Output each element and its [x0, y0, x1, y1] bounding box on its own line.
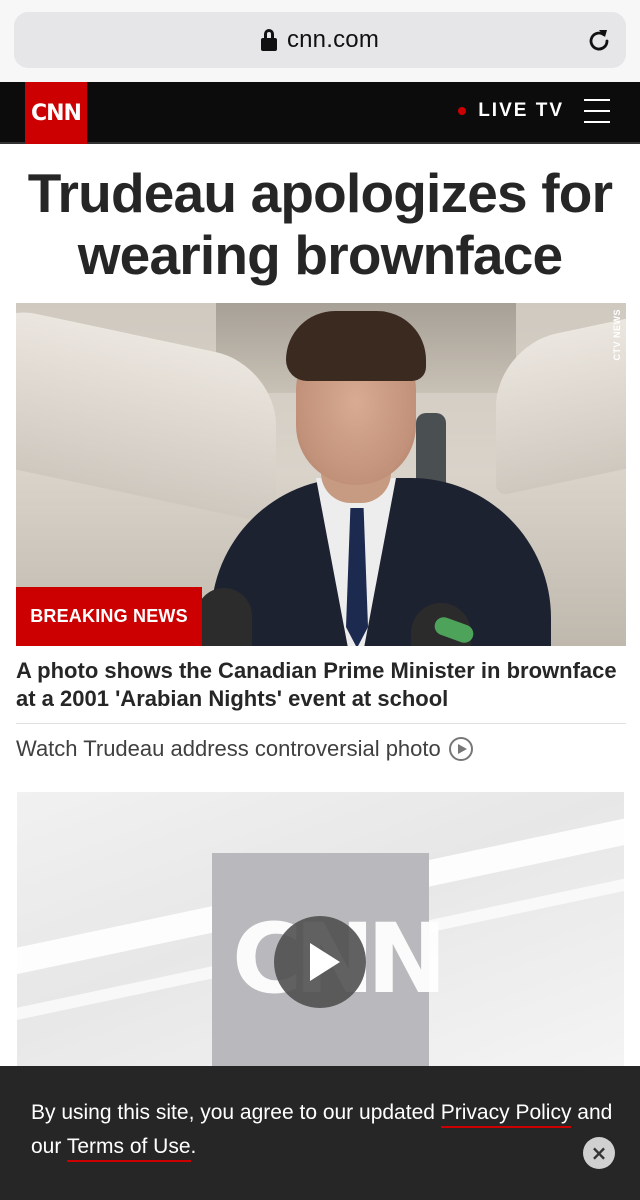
- cookie-text-part: By using this site, you agree to our upd…: [31, 1101, 441, 1124]
- divider: [16, 723, 626, 724]
- reload-icon[interactable]: [584, 25, 614, 55]
- live-tv-label: LIVE TV: [478, 100, 564, 121]
- close-glyph: ×: [590, 1141, 608, 1165]
- site-header: CNN LIVE TV: [0, 82, 640, 144]
- article-headline[interactable]: Trudeau apologizes for wearing brownface: [0, 162, 640, 286]
- watch-video-link[interactable]: Watch Trudeau address controversial phot…: [16, 736, 473, 762]
- microphone-icon: [196, 588, 252, 646]
- live-dot-icon: [458, 107, 467, 115]
- cnn-logo-text: CNN: [31, 100, 82, 126]
- cookie-text: By using this site, you agree to our upd…: [31, 1096, 621, 1164]
- cookie-banner: By using this site, you agree to our upd…: [0, 1066, 640, 1200]
- url-field[interactable]: cnn.com: [14, 12, 626, 68]
- browser-address-bar: cnn.com: [0, 0, 640, 82]
- url-display: cnn.com: [14, 12, 626, 68]
- breaking-news-label: BREAKING NEWS: [30, 606, 188, 626]
- image-credit: CTV NEWS: [612, 309, 622, 361]
- hamburger-menu-icon[interactable]: [584, 99, 610, 125]
- play-circle-icon: [448, 737, 473, 761]
- privacy-policy-link[interactable]: Privacy Policy: [440, 1101, 572, 1128]
- play-icon[interactable]: [274, 916, 366, 1008]
- live-tv-link[interactable]: LIVE TV: [458, 100, 564, 122]
- video-player[interactable]: CNN: [17, 792, 624, 1067]
- terms-of-use-link[interactable]: Terms of Use: [66, 1135, 191, 1162]
- breaking-news-badge: BREAKING NEWS: [16, 587, 202, 646]
- article-description[interactable]: A photo shows the Canadian Prime Ministe…: [16, 657, 628, 713]
- close-icon[interactable]: ×: [583, 1137, 615, 1169]
- lock-icon: [260, 29, 277, 51]
- cookie-text-part: .: [190, 1135, 197, 1158]
- watch-link-text: Watch Trudeau address controversial phot…: [16, 736, 441, 761]
- url-text: cnn.com: [286, 26, 380, 53]
- cnn-logo[interactable]: CNN: [25, 82, 87, 144]
